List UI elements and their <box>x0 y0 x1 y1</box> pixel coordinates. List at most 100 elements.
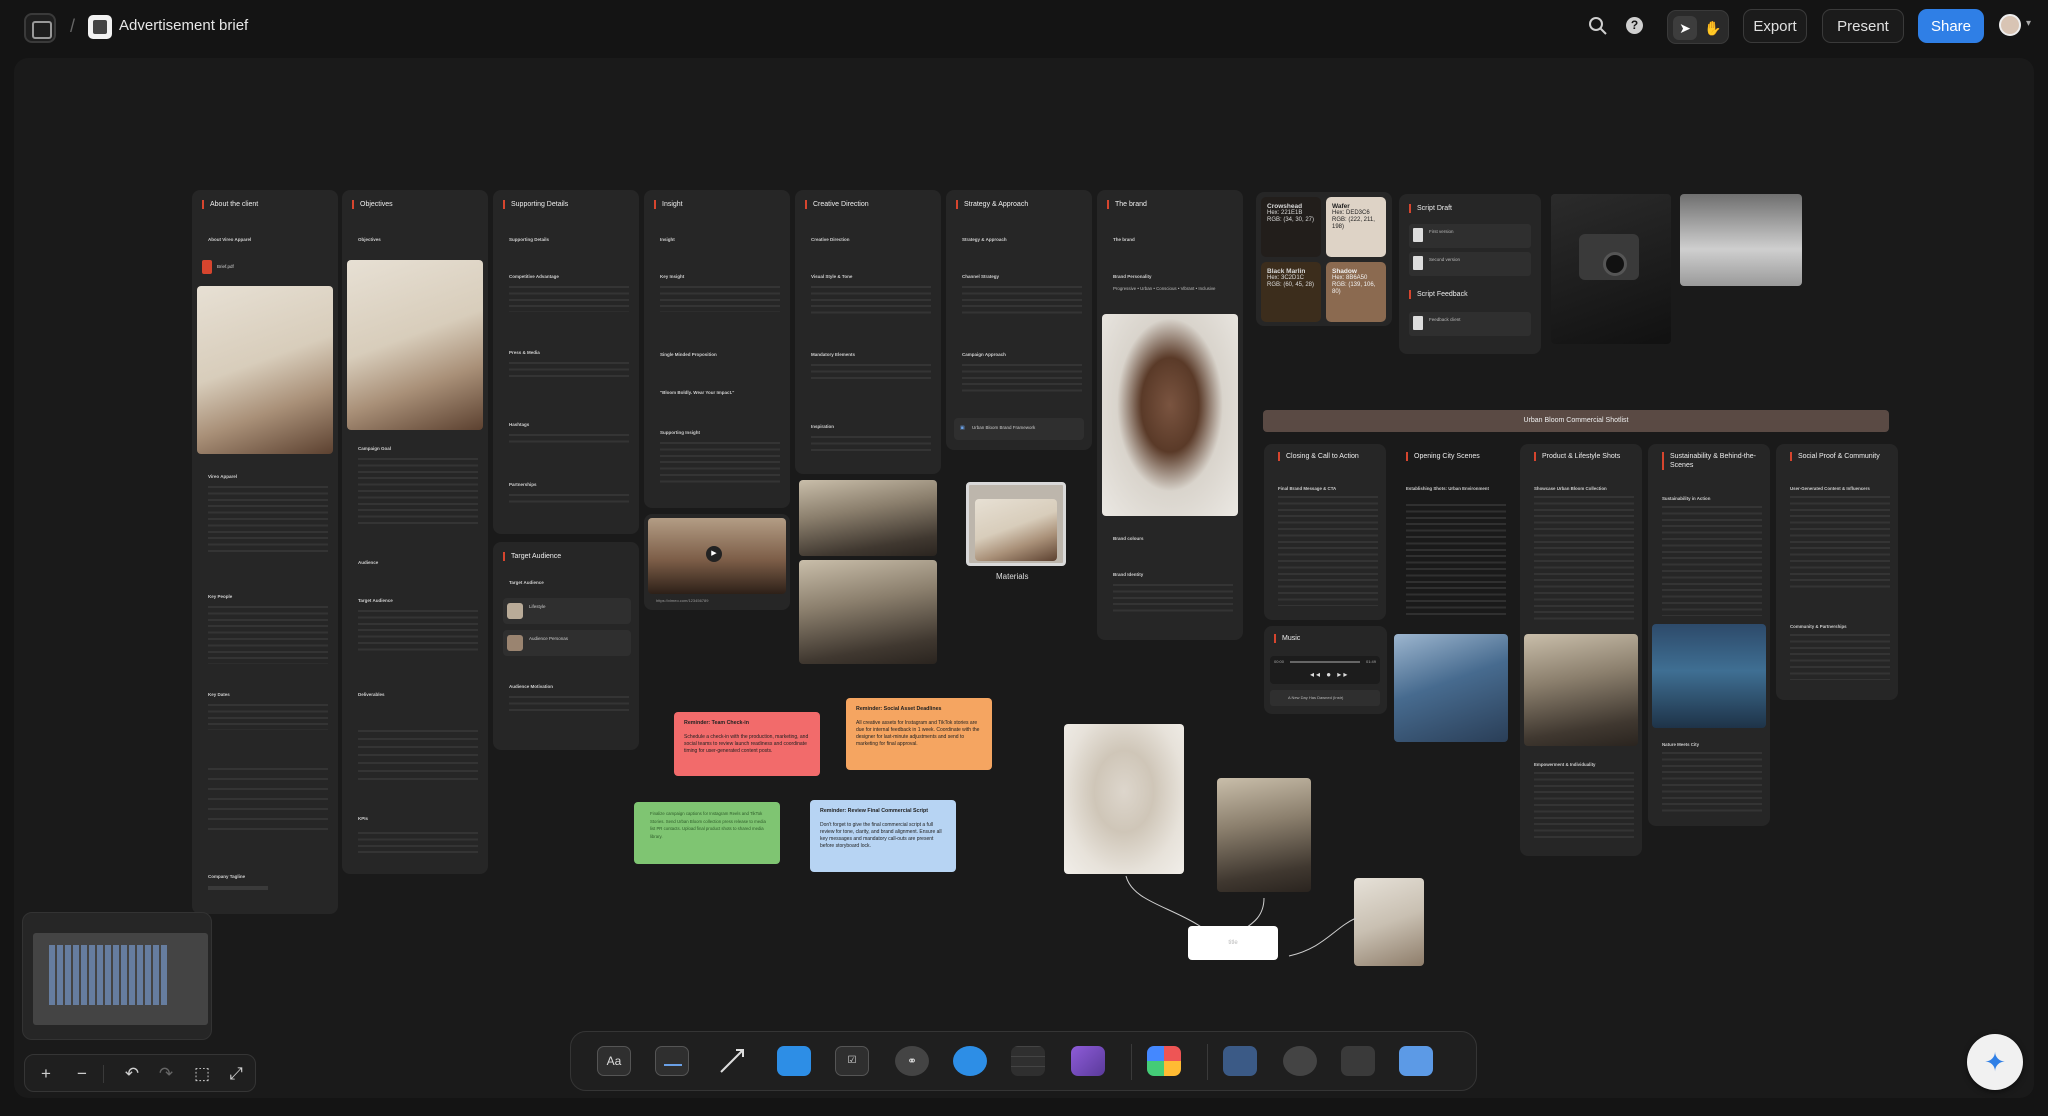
sketch-icon[interactable] <box>1283 1046 1317 1076</box>
card-body-text <box>358 832 478 856</box>
table-icon[interactable] <box>1011 1046 1045 1076</box>
image-icon[interactable] <box>1071 1046 1105 1076</box>
upload-icon[interactable] <box>1399 1046 1433 1076</box>
search-icon[interactable] <box>1588 16 1608 36</box>
attached-file[interactable]: ▣ Urban Bloom Brand Framework <box>954 418 1084 440</box>
sticky-social-deadlines[interactable]: Reminder: Social Asset Deadlines All cre… <box>846 698 992 770</box>
sidebar-toggle-icon[interactable] <box>24 13 56 43</box>
equipment-photo[interactable] <box>1680 194 1802 286</box>
zoom-in-icon[interactable]: + <box>33 1061 59 1087</box>
hand-tool-icon[interactable]: ✋ <box>1701 16 1725 40</box>
file-item[interactable]: Second version <box>1409 252 1531 276</box>
card-insight[interactable]: Insight Insight Key Insight Single Minde… <box>644 190 790 508</box>
swatch-crowshead[interactable]: Crowshead Hex: 221E1B RGB: (34, 30, 27) <box>1261 197 1321 257</box>
checklist[interactable] <box>208 768 328 832</box>
shotlist-banner[interactable]: Urban Bloom Commercial Shotlist <box>1263 410 1889 432</box>
camera-photo[interactable] <box>1551 194 1671 344</box>
sticky-checklist[interactable]: Finalize campaign captions for Instagram… <box>634 802 780 864</box>
board-icon[interactable] <box>1223 1046 1257 1076</box>
card-about-client[interactable]: About the client About Vireo Apparel Bri… <box>192 190 338 914</box>
text-icon[interactable]: Aa <box>597 1046 631 1076</box>
pdf-icon[interactable] <box>202 260 212 274</box>
city-photo[interactable] <box>1394 634 1508 742</box>
brand-photo[interactable] <box>1102 314 1238 516</box>
swatch-shadow[interactable]: Shadow Hex: 8B6A50 RGB: (139, 106, 80) <box>1326 262 1386 322</box>
zoom-out-icon[interactable]: − <box>69 1061 95 1087</box>
help-icon[interactable]: ? <box>1626 17 1643 34</box>
folder-icon[interactable] <box>777 1046 811 1076</box>
sticky-team-checkin[interactable]: Reminder: Team Check-in Schedule a check… <box>674 712 820 776</box>
music-player[interactable]: Music 00:00 01:49 ◂◂ ● ▸▸ A New Day Has … <box>1264 626 1387 714</box>
shotlist-col-closing[interactable]: Closing & Call to Action Final Brand Mes… <box>1264 444 1386 620</box>
card-objectives[interactable]: Objectives Objectives Campaign Goal Audi… <box>342 190 488 874</box>
share-button[interactable]: Share <box>1918 9 1984 43</box>
client-photo[interactable] <box>197 286 333 454</box>
inspiration-photo[interactable] <box>799 480 937 556</box>
deliverables-list[interactable] <box>358 730 478 786</box>
minimap-viewport[interactable] <box>33 933 208 1025</box>
card-heading: Deliverables <box>358 692 385 697</box>
card-target-audience[interactable]: Target Audience Target Audience Lifestyl… <box>493 542 639 750</box>
folder-label[interactable]: Materials <box>996 572 1028 581</box>
ai-assistant-button[interactable]: ✦ <box>1967 1034 2023 1090</box>
fit-screen-icon[interactable]: ⬚ <box>189 1061 215 1087</box>
board-canvas[interactable]: About the client About Vireo Apparel Bri… <box>14 58 2034 1098</box>
materials-folder[interactable] <box>966 482 1066 566</box>
shotlist-col-sustainability[interactable]: Sustainability & Behind-the-Scenes Susta… <box>1648 444 1770 826</box>
card-creative-direction[interactable]: Creative Direction Creative Direction Vi… <box>795 190 941 474</box>
apps-icon[interactable] <box>1147 1046 1181 1076</box>
minimap[interactable] <box>22 912 212 1040</box>
shotlist-col-product[interactable]: Product & Lifestyle Shots Showcase Urban… <box>1520 444 1642 856</box>
shotlist-col-opening[interactable]: Opening City Scenes Establishing Shots: … <box>1392 444 1514 632</box>
product-photo[interactable] <box>1524 634 1638 746</box>
checklist-icon[interactable]: ☑ <box>835 1046 869 1076</box>
audience-item[interactable]: Lifestyle <box>503 598 631 624</box>
comment-icon[interactable] <box>953 1046 987 1076</box>
file-item[interactable]: First version <box>1409 224 1531 248</box>
objectives-photo[interactable] <box>347 260 483 430</box>
pointer-tool-icon[interactable]: ➤ <box>1673 16 1697 40</box>
audience-item[interactable]: Audience Personas <box>503 630 631 656</box>
link-icon[interactable]: ⚭ <box>895 1046 929 1076</box>
chevron-down-icon[interactable]: ▾ <box>2026 18 2031 29</box>
swatch-black-marlin[interactable]: Black Marlin Hex: 3C2D1C RGB: (60, 45, 2… <box>1261 262 1321 322</box>
undo-icon[interactable]: ↶ <box>119 1061 145 1087</box>
present-button[interactable]: Present <box>1822 9 1904 43</box>
play-icon[interactable]: ▶ <box>706 546 722 562</box>
note-icon[interactable] <box>655 1046 689 1076</box>
document-title[interactable]: Advertisement brief <box>119 17 248 34</box>
expand-icon[interactable]: ⤢ <box>223 1061 249 1087</box>
arrow-icon[interactable] <box>715 1046 749 1076</box>
shotlist-col-social[interactable]: Social Proof & Community User-Generated … <box>1776 444 1898 700</box>
time-end: 01:49 <box>1365 659 1376 664</box>
inspiration-photo[interactable] <box>799 560 937 664</box>
column-body <box>1662 752 1762 814</box>
swatch-wafer[interactable]: Wafer Hex: DED3C6 RGB: (222, 211, 198) <box>1326 197 1386 257</box>
player-controls[interactable]: 00:00 01:49 ◂◂ ● ▸▸ <box>1270 656 1380 684</box>
file-name[interactable]: Brief.pdf <box>217 264 234 269</box>
video-url[interactable]: https://vimeo.com/123456789 <box>656 598 708 603</box>
export-button[interactable]: Export <box>1743 9 1807 43</box>
playback-buttons[interactable]: ◂◂ ● ▸▸ <box>1310 670 1349 679</box>
redo-icon[interactable]: ↷ <box>153 1061 179 1087</box>
diagram-node[interactable]: title <box>1188 926 1278 960</box>
card-the-brand[interactable]: The brand The brand Brand Personality Pr… <box>1097 190 1243 640</box>
progress-track[interactable] <box>1290 661 1360 663</box>
track-item[interactable]: A New Day Has Dawned (Instr) <box>1270 690 1380 706</box>
card-strategy[interactable]: Strategy & Approach Strategy & Approach … <box>946 190 1092 450</box>
folder-preview <box>975 499 1057 561</box>
sweater-photo[interactable] <box>1064 724 1184 874</box>
script-files-card[interactable]: Script Draft First version Second versio… <box>1399 194 1541 354</box>
brand-personality: Progressive • Urban • Conscious • Vibran… <box>1113 286 1216 291</box>
file-icon[interactable] <box>1341 1046 1375 1076</box>
avatar[interactable] <box>1999 14 2021 36</box>
card-title: Target Audience <box>503 552 561 561</box>
file-item[interactable]: Feedback client <box>1409 312 1531 336</box>
sticky-body: Don't forget to give the final commercia… <box>820 822 942 849</box>
nature-photo[interactable] <box>1652 624 1766 728</box>
video-embed[interactable]: ▶ https://vimeo.com/123456789 <box>644 514 790 610</box>
file-name: Urban Bloom Brand Framework <box>972 425 1036 430</box>
card-supporting-details[interactable]: Supporting Details Supporting Details Co… <box>493 190 639 534</box>
sticky-review-script[interactable]: Reminder: Review Final Commercial Script… <box>810 800 956 872</box>
swatch-hex: Hex: DED3C6 <box>1332 210 1370 216</box>
